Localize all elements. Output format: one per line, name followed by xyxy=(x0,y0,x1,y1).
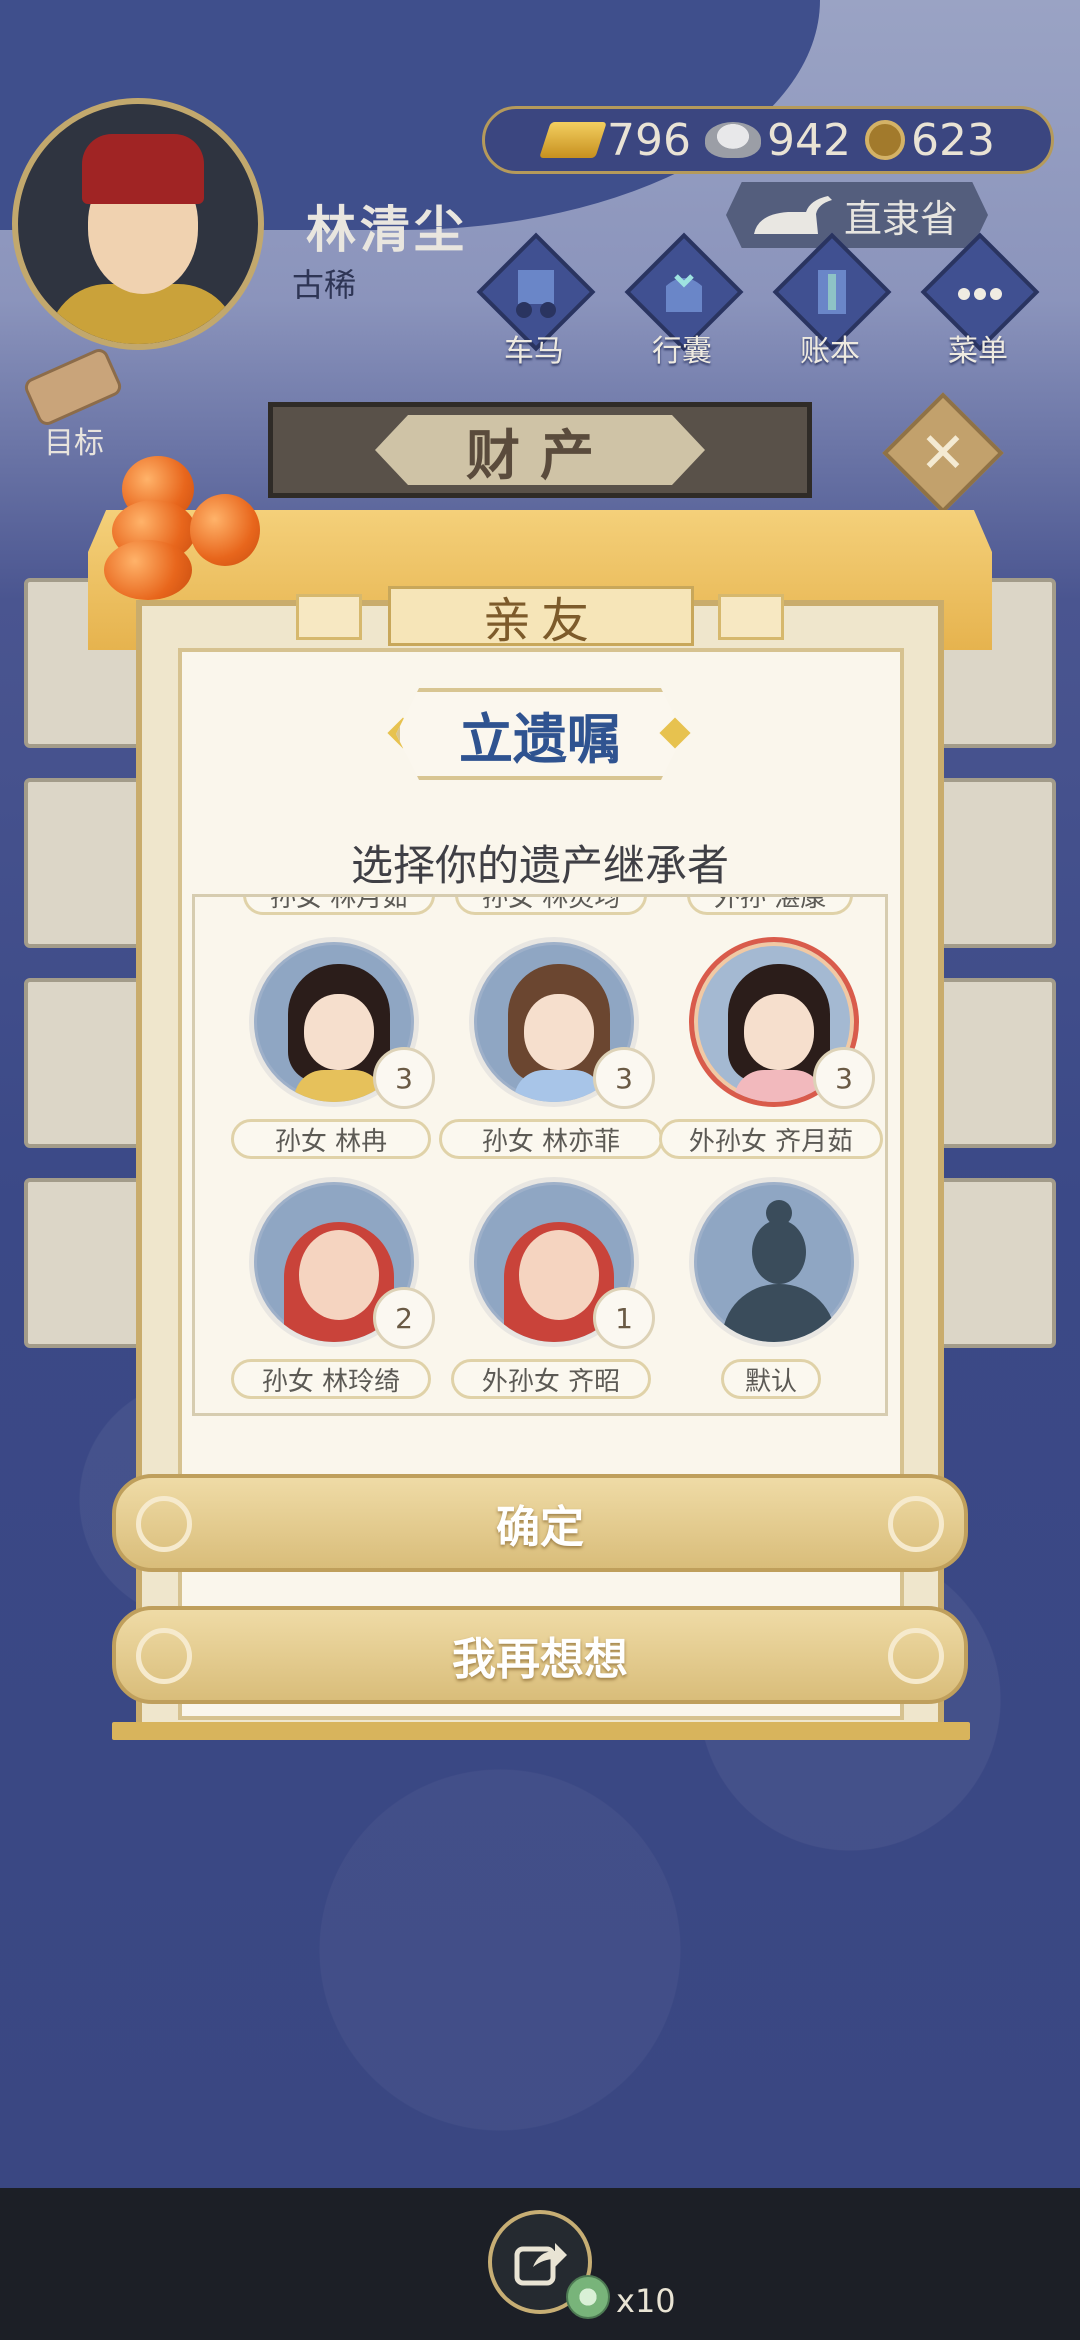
silver-currency: 942 xyxy=(704,114,851,166)
heir-name-label: 外孙女 齐月茹 xyxy=(659,1119,883,1159)
nav-label: 账本 xyxy=(800,334,860,369)
copper-coin-icon xyxy=(864,120,905,160)
page-title: 财产 xyxy=(375,415,705,485)
portrait-face xyxy=(299,1230,379,1320)
close-icon: ✕ xyxy=(919,420,967,486)
jade-coin-icon xyxy=(566,2275,610,2319)
cloud-ornament-icon xyxy=(888,1496,944,1552)
portrait-face xyxy=(744,994,814,1070)
persimmon-decoration xyxy=(104,540,192,600)
heir-name-label: 外孙女 齐昭 xyxy=(451,1359,651,1399)
iron-icon xyxy=(754,196,832,234)
nav-label: 菜单 xyxy=(948,334,1008,369)
cancel-button-label: 我再想想 xyxy=(452,1634,628,1685)
heir-name-label: 默认 xyxy=(721,1359,821,1399)
property-tile[interactable] xyxy=(936,978,1056,1148)
heir-card[interactable]: 3 外孙女 齐月茹 xyxy=(659,937,883,1159)
portrait-face xyxy=(519,1230,599,1320)
menu-dots-icon xyxy=(958,288,1002,300)
heir-card-default[interactable]: 默认 xyxy=(671,1177,871,1399)
player-name: 林清尘 xyxy=(306,201,468,259)
heir-count-badge: 1 xyxy=(593,1287,655,1349)
copper-amount: 623 xyxy=(910,114,995,166)
persimmon-decoration xyxy=(190,494,260,566)
share-icon xyxy=(514,2243,567,2286)
copper-currency: 623 xyxy=(864,114,995,166)
cloud-ornament-icon xyxy=(136,1628,192,1684)
currency-bar: 796 942 623 xyxy=(482,106,1054,174)
heir-card[interactable]: 1 外孙女 齐昭 xyxy=(451,1177,655,1399)
heir-count-badge: 3 xyxy=(373,1047,435,1109)
cloud-ornament-icon xyxy=(888,1628,944,1684)
location-label: 直隶省 xyxy=(843,196,958,241)
portrait-robe xyxy=(734,1070,824,1102)
share-reward-count: x10 xyxy=(616,2282,676,2320)
ledger-icon xyxy=(818,270,846,314)
cloud-ornament-icon xyxy=(136,1496,192,1552)
confirm-button[interactable]: 确定 xyxy=(112,1474,968,1572)
bundle-icon xyxy=(666,274,702,312)
modal-subtitle: 选择你的遗产继承者 xyxy=(350,841,729,890)
nav-bundle[interactable]: 行囊 xyxy=(622,232,744,370)
goal-button[interactable]: 目标 xyxy=(18,345,128,461)
silhouette-head xyxy=(752,1220,806,1284)
portrait-face xyxy=(304,994,374,1070)
cancel-button[interactable]: 我再想想 xyxy=(112,1606,968,1704)
silver-ingot-icon xyxy=(704,122,761,158)
tab-side-decoration xyxy=(296,594,362,640)
nav-menu[interactable]: 菜单 xyxy=(918,232,1040,370)
modal-title: 立遗嘱 xyxy=(396,688,684,780)
heir-count-badge: 3 xyxy=(593,1047,655,1109)
nav-ledger[interactable]: 账本 xyxy=(770,232,892,370)
heir-card[interactable]: 2 孙女 林玲绮 xyxy=(231,1177,435,1399)
property-tile[interactable] xyxy=(24,1178,144,1348)
player-age-stage: 古稀 xyxy=(292,266,357,304)
heir-name-label: 孙女 林玲绮 xyxy=(231,1359,431,1399)
heir-count-badge: 2 xyxy=(373,1287,435,1349)
gold-currency: 796 xyxy=(539,114,691,166)
modal-title-text: 立遗嘱 xyxy=(459,707,621,771)
modal-base xyxy=(112,1722,970,1740)
gold-ingot-icon xyxy=(539,122,607,158)
heir-name-label: 孙女 林冉 xyxy=(231,1119,431,1159)
heir-list[interactable]: 孙女 林月茹 孙女 林灵均 外孙 湛康 3 孙女 林冉 3 孙女 林亦菲 3 外… xyxy=(192,894,888,1416)
portrait-face xyxy=(524,994,594,1070)
heir-card[interactable]: 3 孙女 林亦菲 xyxy=(439,937,663,1159)
heir-card[interactable]: 3 孙女 林冉 xyxy=(231,937,435,1159)
avatar-hat xyxy=(82,134,204,204)
tab-relatives[interactable]: 亲友 xyxy=(388,586,694,649)
goal-label: 目标 xyxy=(44,426,104,461)
heir-name-label: 孙女 林灵均 xyxy=(455,897,648,915)
confirm-button-label: 确定 xyxy=(496,1502,584,1553)
heir-name-label: 孙女 林亦菲 xyxy=(439,1119,663,1159)
heir-name-label: 孙女 林月茹 xyxy=(243,897,436,915)
heir-name-label: 外孙 湛康 xyxy=(687,897,854,915)
portrait-robe xyxy=(294,1070,384,1102)
tab-side-decoration xyxy=(718,594,784,640)
nav-label: 车马 xyxy=(504,334,564,369)
property-tile[interactable] xyxy=(24,778,144,948)
player-avatar[interactable] xyxy=(12,98,264,350)
page-title-banner: 财产 xyxy=(268,402,812,498)
property-tile[interactable] xyxy=(936,1178,1056,1348)
heir-count-badge: 3 xyxy=(813,1047,875,1109)
gold-amount: 796 xyxy=(607,114,691,166)
portrait-robe xyxy=(514,1070,604,1102)
tab-relatives-label: 亲友 xyxy=(482,593,599,649)
property-tile[interactable] xyxy=(936,778,1056,948)
nav-carriage[interactable]: 车马 xyxy=(474,232,596,370)
property-tile[interactable] xyxy=(24,978,144,1148)
silhouette-body xyxy=(722,1284,836,1342)
silver-amount: 942 xyxy=(766,114,851,166)
carriage-icon xyxy=(516,270,556,318)
nav-label: 行囊 xyxy=(652,334,712,369)
heir-portrait xyxy=(689,1177,859,1347)
